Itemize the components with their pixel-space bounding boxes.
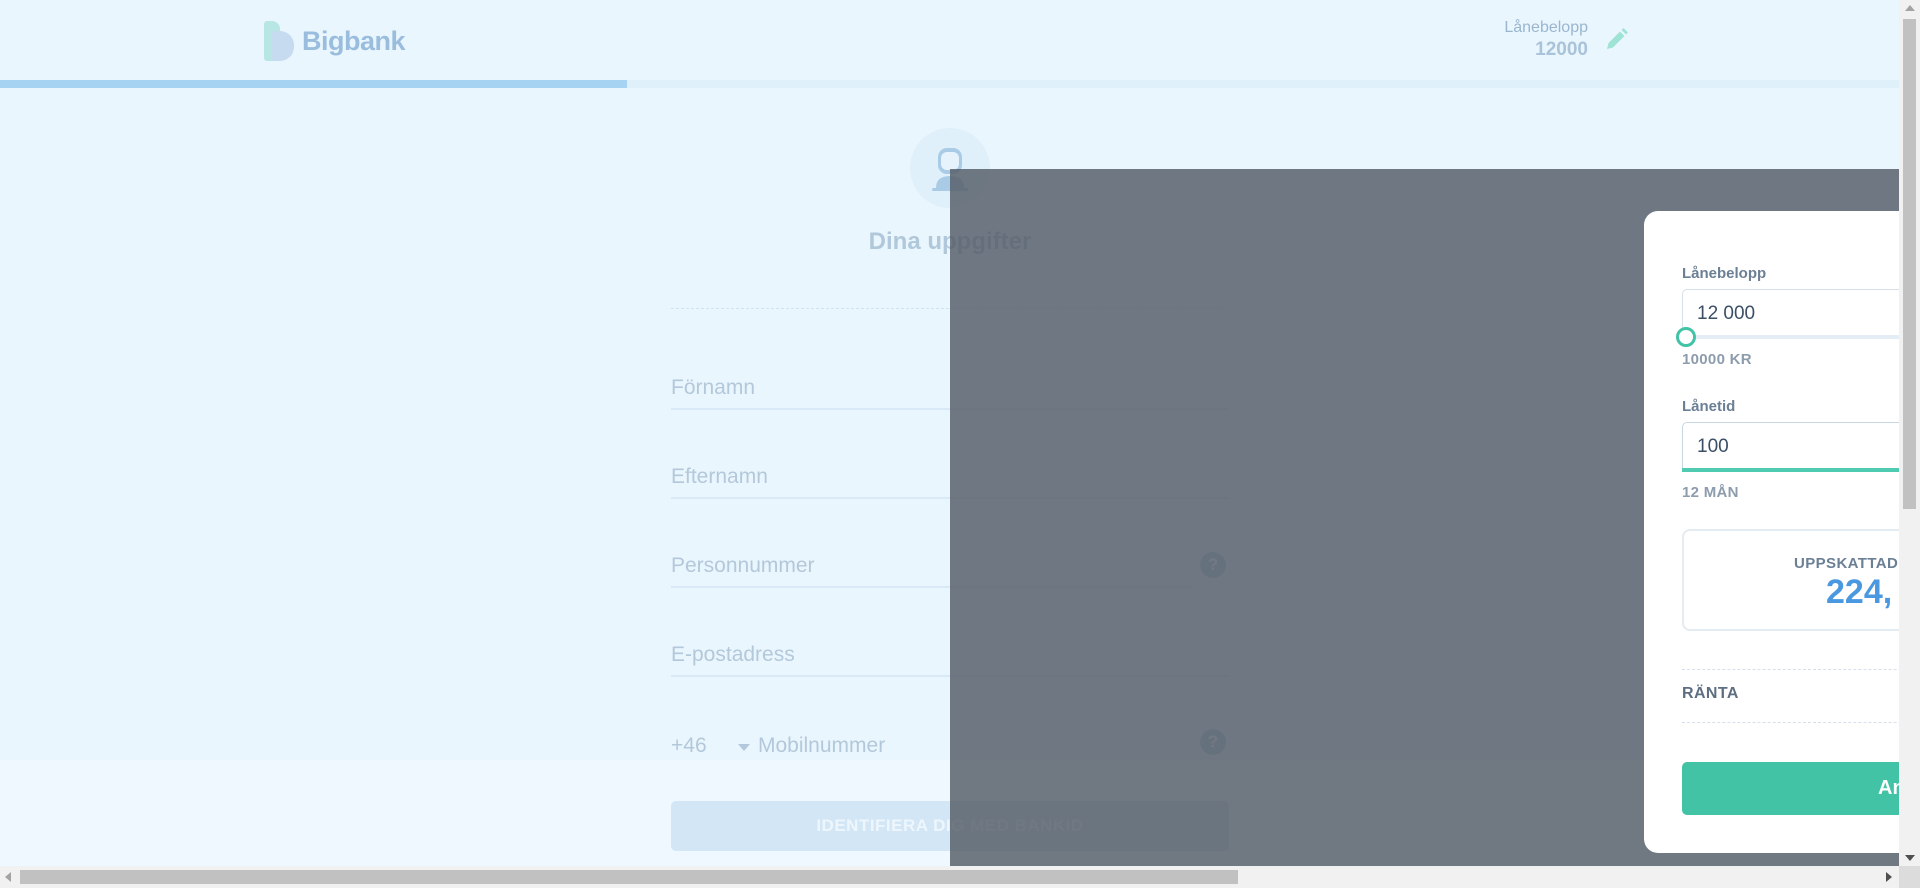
amount-input[interactable] [1682, 289, 1914, 339]
amount-label: Lånebelopp [1682, 265, 1767, 282]
top-bar: Bigbank Lånebelopp 12000 [0, 0, 1899, 80]
loan-summary: Lånebelopp 12000 [1480, 19, 1588, 61]
vertical-scroll-thumb[interactable] [1903, 19, 1916, 509]
estimate-value: 224, [1826, 573, 1893, 611]
vertical-scrollbar[interactable] [1899, 0, 1920, 866]
term-input[interactable] [1682, 422, 1914, 472]
apply-button[interactable]: An [1682, 762, 1914, 815]
brand-name: Bigbank [302, 25, 406, 56]
term-label: Lånetid [1682, 398, 1736, 415]
loan-summary-label: Lånebelopp [1504, 19, 1588, 36]
scroll-left-icon[interactable] [5, 872, 11, 882]
term-slider[interactable] [1682, 468, 1914, 472]
divider [1682, 722, 1914, 723]
amount-slider[interactable] [1682, 335, 1914, 339]
bigbank-logo[interactable]: Bigbank [264, 20, 406, 62]
term-slider-fill [1682, 468, 1914, 472]
scroll-right-icon[interactable] [1886, 872, 1892, 882]
scroll-up-icon[interactable] [1905, 5, 1915, 11]
pencil-icon[interactable] [1602, 26, 1630, 54]
loan-summary-value: 12000 [1535, 39, 1588, 60]
divider [1682, 669, 1914, 670]
loan-calculator-panel: Lånebelopp 10000 KR Lånetid 12 MÅN UPPSK… [1644, 211, 1914, 853]
amount-min-label: 10000 KR [1682, 351, 1752, 368]
estimate-label: UPPSKATTAD [1794, 555, 1899, 572]
progress-fill [0, 80, 627, 88]
chevron-down-icon[interactable] [738, 744, 750, 751]
scroll-down-icon[interactable] [1905, 855, 1915, 861]
progress-bar [0, 80, 1899, 88]
term-min-label: 12 MÅN [1682, 484, 1739, 501]
phone-country-code[interactable]: +46 [671, 734, 707, 758]
bigbank-logo-icon [264, 21, 294, 61]
interest-label[interactable]: RÄNTA [1682, 685, 1739, 703]
horizontal-scroll-thumb[interactable] [20, 870, 1238, 884]
horizontal-scrollbar[interactable] [0, 866, 1899, 888]
estimate-box: UPPSKATTAD 224, [1682, 529, 1914, 631]
amount-slider-handle[interactable] [1676, 327, 1696, 347]
scrollbar-corner [1899, 866, 1920, 888]
